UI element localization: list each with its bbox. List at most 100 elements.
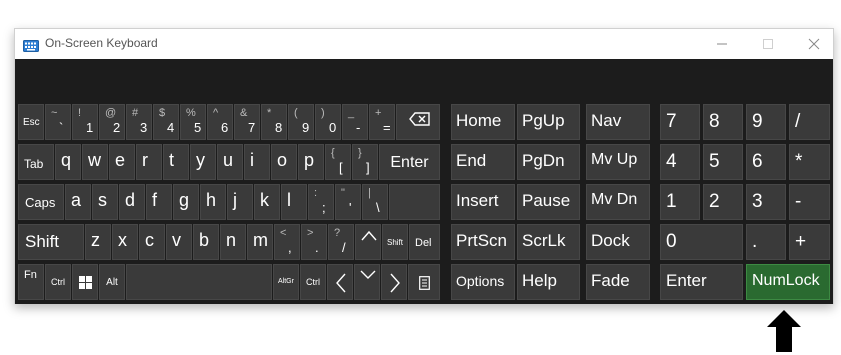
key-semicolon[interactable]: :; [308, 184, 334, 220]
key-backtick[interactable]: ~ ` [45, 104, 71, 140]
key-nav[interactable]: Nav [586, 104, 650, 140]
key-right[interactable] [381, 264, 407, 300]
key-enter[interactable]: Enter [379, 144, 440, 180]
key-9[interactable]: (9 [288, 104, 314, 140]
key-shift[interactable]: Shift [18, 224, 84, 260]
key-backspace[interactable] [396, 104, 440, 140]
key-tab[interactable]: Tab [18, 144, 54, 180]
key-z[interactable]: z [85, 224, 111, 260]
key-num-divide[interactable]: / [789, 104, 830, 140]
key-home[interactable]: Home [451, 104, 515, 140]
key-y[interactable]: y [190, 144, 216, 180]
key-num-multiply[interactable]: * [789, 144, 830, 180]
title-bar[interactable]: On-Screen Keyboard [15, 29, 833, 59]
close-button[interactable] [791, 29, 837, 58]
key-num-3[interactable]: 3 [746, 184, 786, 220]
key-k[interactable]: k [254, 184, 280, 220]
key-right-bracket[interactable]: }] [352, 144, 378, 180]
key-shift-right[interactable]: Shift [382, 224, 408, 260]
key-up[interactable] [355, 224, 381, 260]
key-del[interactable]: Del [409, 224, 440, 260]
key-left[interactable] [327, 264, 353, 300]
key-num-1[interactable]: 1 [660, 184, 700, 220]
key-num-6[interactable]: 6 [746, 144, 786, 180]
key-num-0[interactable]: 0 [660, 224, 743, 260]
key-h[interactable]: h [200, 184, 226, 220]
key-end[interactable]: End [451, 144, 515, 180]
key-1[interactable]: ! 1 [72, 104, 98, 140]
key-j[interactable]: j [227, 184, 253, 220]
key-pause[interactable]: Pause [517, 184, 580, 220]
key-x[interactable]: x [112, 224, 138, 260]
key-i[interactable]: i [244, 144, 270, 180]
key-c[interactable]: c [139, 224, 165, 260]
key-num-5[interactable]: 5 [703, 144, 743, 180]
key-g[interactable]: g [173, 184, 199, 220]
key-minus[interactable]: _ - [342, 104, 368, 140]
key-ctrl-right[interactable]: Ctrl [300, 264, 326, 300]
key-backslash[interactable]: | \ [362, 184, 388, 220]
key-w[interactable]: w [82, 144, 108, 180]
key-mv-up[interactable]: Mv Up [586, 144, 650, 180]
key-num-2[interactable]: 2 [703, 184, 743, 220]
key-l[interactable]: l [281, 184, 307, 220]
key-6[interactable]: ^ 6 [207, 104, 233, 140]
key-space[interactable] [126, 264, 272, 300]
key-ctrl[interactable]: Ctrl [45, 264, 71, 300]
key-fade[interactable]: Fade [586, 264, 650, 300]
key-help[interactable]: Help [517, 264, 580, 300]
key-quote[interactable]: " ' [335, 184, 361, 220]
key-esc[interactable]: Esc [18, 104, 44, 140]
key-t[interactable]: t [163, 144, 189, 180]
key-7[interactable]: & 7 [234, 104, 260, 140]
key-menu[interactable] [408, 264, 440, 300]
key-options[interactable]: Options [451, 264, 515, 300]
key-num-7[interactable]: 7 [660, 104, 700, 140]
key-8[interactable]: * 8 [261, 104, 287, 140]
key-2[interactable]: @2 [99, 104, 125, 140]
key-4[interactable]: $4 [153, 104, 179, 140]
key-down[interactable] [354, 264, 380, 300]
key-num-subtract[interactable]: - [789, 184, 830, 220]
key-enter-lower[interactable] [389, 184, 440, 220]
key-3[interactable]: #3 [126, 104, 152, 140]
key-num-decimal[interactable]: . [746, 224, 786, 260]
key-caps[interactable]: Caps [18, 184, 64, 220]
key-pgup[interactable]: PgUp [517, 104, 580, 140]
key-5[interactable]: % 5 [180, 104, 206, 140]
maximize-button[interactable] [745, 29, 791, 58]
key-d[interactable]: d [119, 184, 145, 220]
key-prtscn[interactable]: PrtScn [451, 224, 515, 260]
key-alt[interactable]: Alt [99, 264, 125, 300]
key-f[interactable]: f [146, 184, 172, 220]
key-comma[interactable]: <, [274, 224, 300, 260]
key-slash[interactable]: ? / [328, 224, 354, 260]
key-o[interactable]: o [271, 144, 297, 180]
key-dock[interactable]: Dock [586, 224, 650, 260]
key-q[interactable]: q [55, 144, 81, 180]
key-num-8[interactable]: 8 [703, 104, 743, 140]
key-s[interactable]: s [92, 184, 118, 220]
key-num-4[interactable]: 4 [660, 144, 700, 180]
key-n[interactable]: n [220, 224, 246, 260]
key-u[interactable]: u [217, 144, 243, 180]
key-r[interactable]: r [136, 144, 162, 180]
key-equals[interactable]: + = [369, 104, 395, 140]
key-mv-dn[interactable]: Mv Dn [586, 184, 650, 220]
key-pgdn[interactable]: PgDn [517, 144, 580, 180]
key-left-bracket[interactable]: {[ [325, 144, 351, 180]
key-windows[interactable] [72, 264, 98, 300]
key-0[interactable]: ) 0 [315, 104, 341, 140]
key-fn[interactable]: Fn [18, 264, 44, 300]
key-v[interactable]: v [166, 224, 192, 260]
key-b[interactable]: b [193, 224, 219, 260]
key-scrlk[interactable]: ScrLk [517, 224, 580, 260]
key-num-add[interactable]: + [789, 224, 830, 260]
key-altgr[interactable]: AltGr [273, 264, 299, 300]
key-p[interactable]: p [298, 144, 324, 180]
key-period[interactable]: >. [301, 224, 327, 260]
key-m[interactable]: m [247, 224, 273, 260]
key-num-9[interactable]: 9 [746, 104, 786, 140]
key-numlock[interactable]: NumLock [746, 264, 830, 300]
minimize-button[interactable] [699, 29, 745, 58]
